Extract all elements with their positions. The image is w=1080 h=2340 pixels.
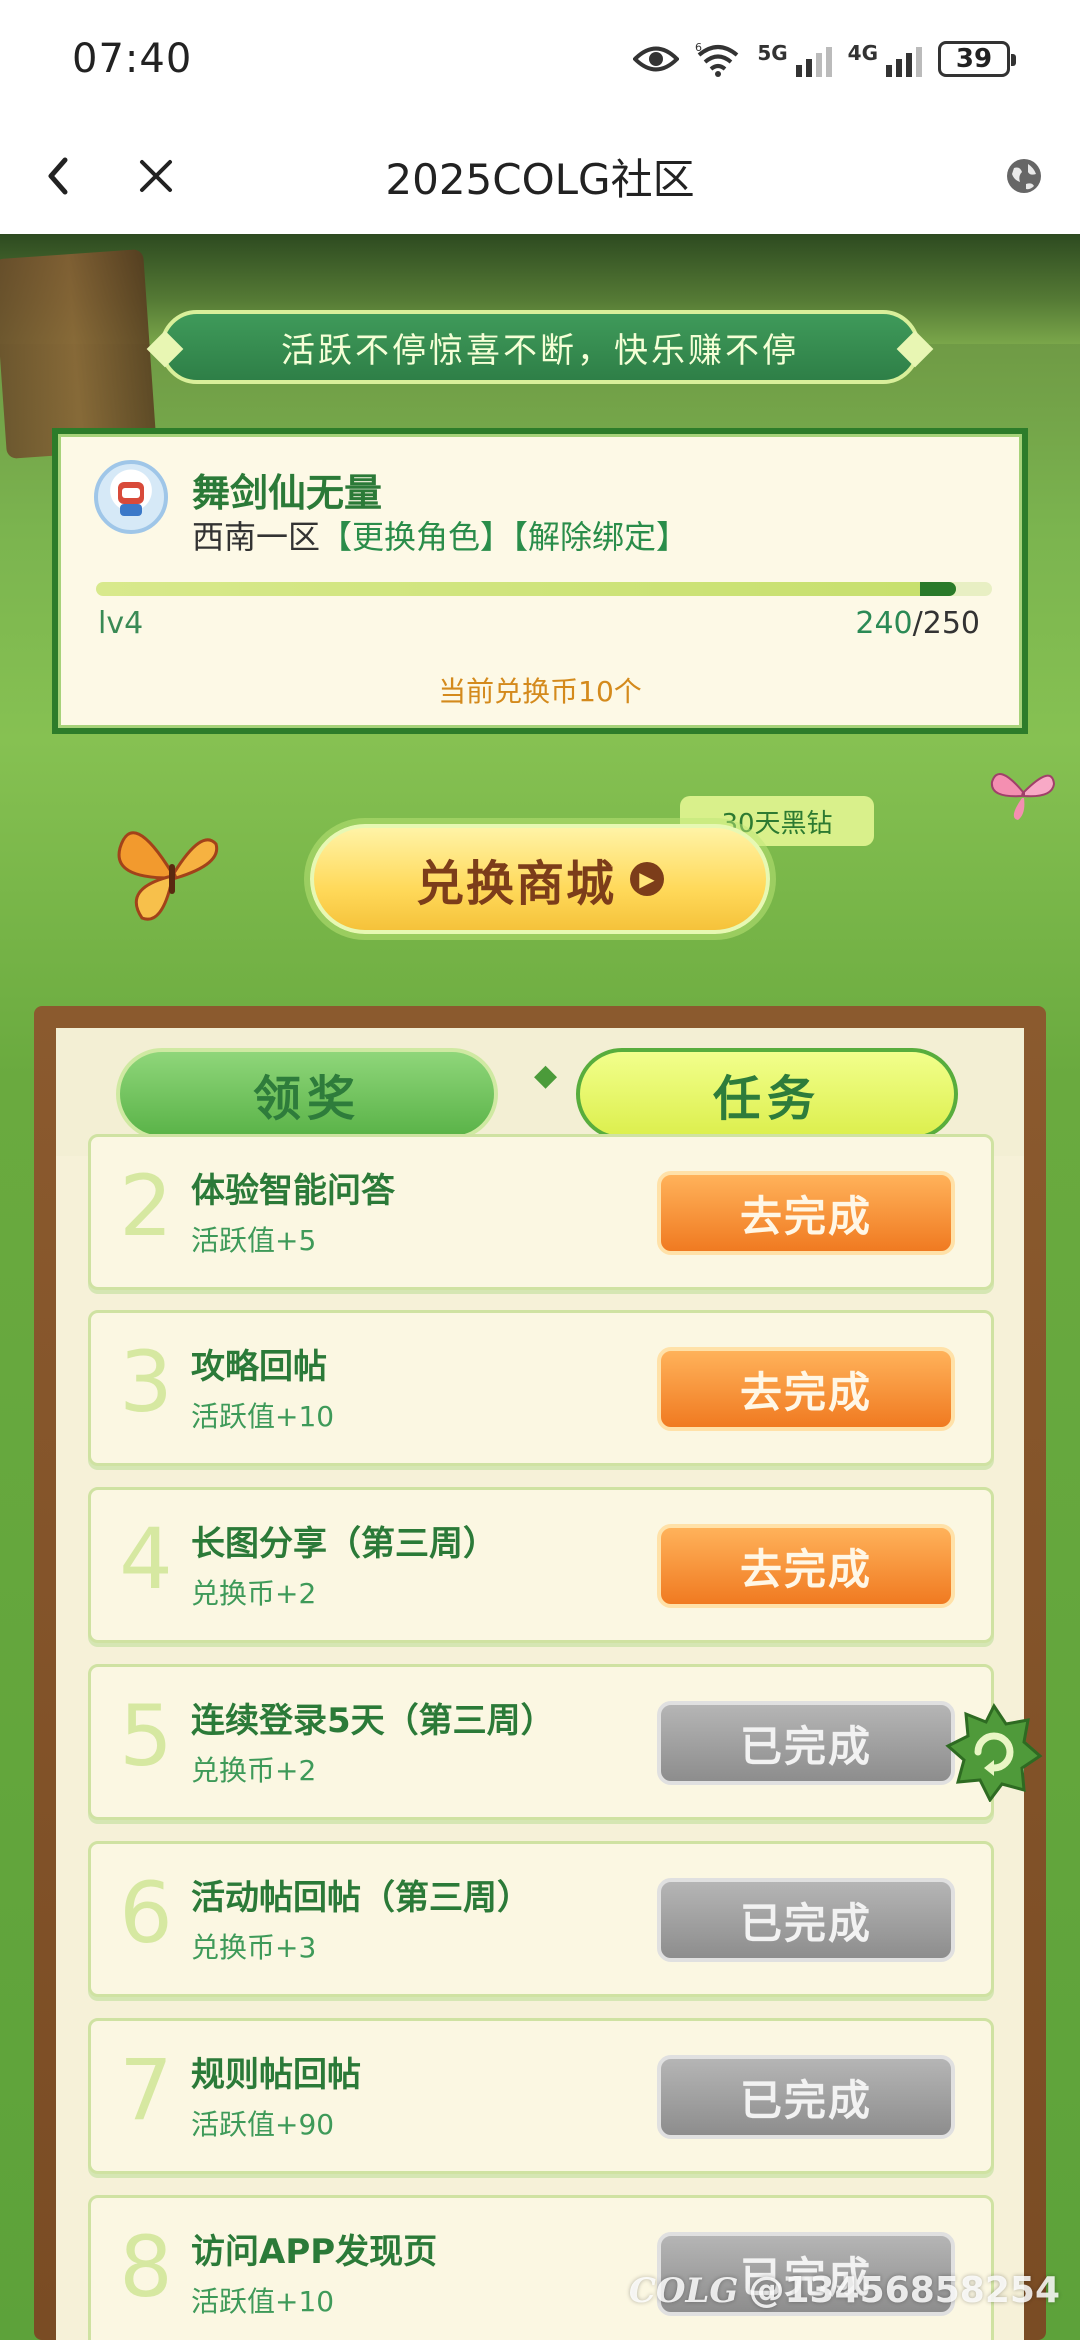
task-board: 领奖 ◆ 任务 2 体验智能问答 活跃值+5 去完成 3 攻略回帖 活跃值+10… [34,1006,1046,2340]
task-number: 4 [119,1510,173,1608]
avatar[interactable] [94,460,168,534]
coin-balance: 当前兑换币10个 [438,675,642,708]
task-card: 6 活动帖回帖（第三周） 兑换币+3 已完成 [88,1841,994,1997]
watermark-user: @13456858254 [748,2270,1060,2311]
task-card: 7 规则帖回帖 活跃值+90 已完成 [88,2018,994,2174]
task-card: 2 体验智能问答 活跃值+5 去完成 [88,1134,994,1290]
battery-level: 39 [955,44,993,74]
exp-total: /250 [912,606,980,641]
task-title: 攻略回帖 [191,1347,327,1387]
task-title: 访问APP发现页 [191,2232,438,2272]
slogan-banner: 活跃不停惊喜不断，快乐赚不停 [160,310,920,384]
status-bar: 07:40 6 5G 4G 39 [0,0,1080,118]
signal-5g-icon: 5G [757,41,832,77]
tab-tasks[interactable]: 任务 [576,1048,958,1140]
network-label-4g: 4G [847,41,878,65]
watermark: COLG @13456858254 [629,2270,1060,2311]
role-server-line: 西南一区【更换角色】【解除绑定】 [192,512,688,558]
task-reward: 活跃值+5 [191,1224,317,1257]
globe-icon [1007,159,1041,193]
task-card: 3 攻略回帖 活跃值+10 去完成 [88,1310,994,1466]
arrow-right-icon: ▶ [630,862,664,896]
task-reward: 活跃值+10 [191,1400,335,1433]
close-button[interactable] [128,148,184,204]
change-role-link[interactable]: 【更换角色】 [320,518,512,556]
level-progress-fill [96,582,957,596]
level-progress-end [920,582,957,596]
chevron-left-icon [48,157,68,195]
task-number: 6 [119,1864,173,1962]
svg-text:6: 6 [695,41,702,54]
task-number: 7 [119,2041,173,2139]
task-title: 体验智能问答 [191,1171,395,1211]
close-icon [140,160,172,192]
task-reward: 兑换币+2 [191,1577,317,1610]
task-card: 4 长图分享（第三周） 兑换币+2 去完成 [88,1487,994,1643]
task-number: 8 [119,2218,173,2316]
completed-button: 已完成 [657,1701,955,1785]
watermark-logo: COLG [628,2270,739,2311]
wifi-icon: 6 [695,41,739,77]
tab-divider-ornament: ◆ [534,1058,558,1093]
network-label-5g: 5G [757,41,788,65]
server-name: 西南一区 [192,518,321,556]
task-card: 8 访问APP发现页 活跃值+10 已完成 [88,2195,994,2340]
task-reward: 兑换币+2 [191,1754,317,1787]
task-title: 长图分享（第三周） [191,1524,497,1564]
eye-icon [633,46,680,72]
unbind-link[interactable]: 【解除绑定】 [512,518,688,556]
task-reward: 活跃值+10 [191,2285,335,2318]
exp-counter: 240/250 [855,606,980,641]
go-complete-button[interactable]: 去完成 [657,1347,955,1431]
task-board-inner: 领奖 ◆ 任务 2 体验智能问答 活跃值+5 去完成 3 攻略回帖 活跃值+10… [56,1028,1024,2340]
go-complete-button[interactable]: 去完成 [657,1171,955,1255]
task-number: 2 [119,1157,173,1255]
globe-button[interactable] [996,148,1052,204]
butterfly-icon [117,831,219,921]
exchange-shop-label: 兑换商城 [415,856,616,912]
completed-button: 已完成 [657,1878,955,1962]
profile-card: 舞剑仙无量 西南一区【更换角色】【解除绑定】 lv4 240/250 当前兑换币… [52,428,1028,734]
task-reward: 兑换币+3 [191,1931,317,1964]
go-complete-button[interactable]: 去完成 [657,1524,955,1608]
role-name: 舞剑仙无量 [192,471,383,515]
level-progress-bar [96,582,992,596]
tab-reward[interactable]: 领奖 [116,1048,498,1140]
butterfly-pink-icon [990,773,1056,820]
exp-current: 240 [855,606,913,641]
task-card: 5 连续登录5天（第三周） 兑换币+2 已完成 [88,1664,994,1820]
task-reward: 活跃值+90 [191,2108,335,2141]
avatar-character-icon [118,482,144,516]
battery-icon: 39 [938,41,1016,77]
task-title: 活动帖回帖（第三周） [191,1878,531,1918]
task-title: 连续登录5天（第三周） [191,1701,555,1741]
task-title: 规则帖回帖 [191,2055,361,2095]
task-number: 5 [119,1687,173,1785]
refresh-icon[interactable] [944,1702,1044,1802]
signal-4g-icon: 4G [848,41,922,77]
status-time: 07:40 [72,36,193,82]
back-button[interactable] [30,148,86,204]
status-icons: 6 5G 4G 39 [633,41,1016,77]
task-number: 3 [119,1333,173,1431]
level-label: lv4 [98,606,144,641]
completed-button: 已完成 [657,2055,955,2139]
nav-bar: 2025COLG社区 [0,118,1080,234]
exchange-shop-button[interactable]: 兑换商城 ▶ [310,824,770,934]
